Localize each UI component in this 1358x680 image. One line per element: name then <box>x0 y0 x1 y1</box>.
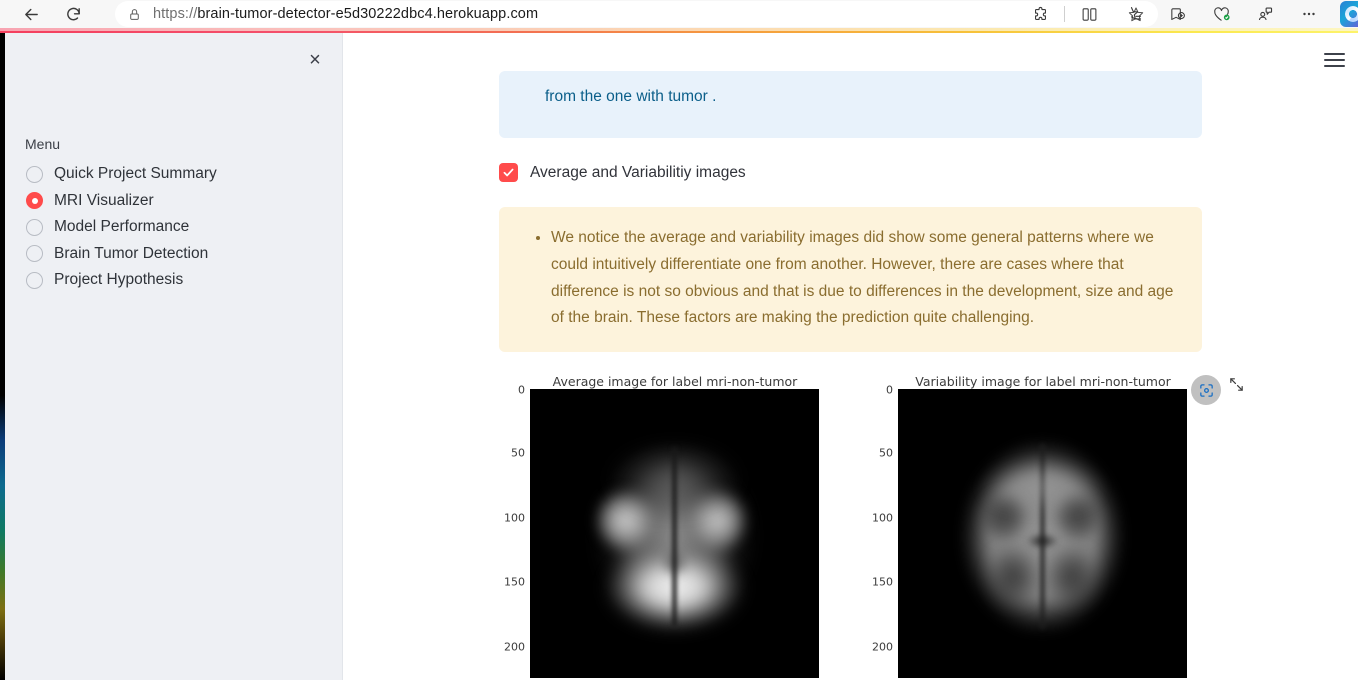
sidebar-item-model-performance[interactable]: Model Performance <box>26 218 326 236</box>
sidebar-close-icon[interactable]: × <box>302 47 328 73</box>
figure-title: Variability image for label mri-non-tumo… <box>915 374 1171 389</box>
sidebar-item-label: Model Performance <box>54 218 190 235</box>
warning-bullet-item: We notice the average and variability im… <box>551 225 1176 332</box>
browser-toolbar-icons <box>1018 0 1358 28</box>
y-tick-label: 150 <box>504 575 525 589</box>
info-callout: from the one with tumor . <box>499 71 1202 139</box>
sidebar-item-brain-tumor-detection[interactable]: Brain Tumor Detection <box>26 245 326 263</box>
figure-title: Average image for label mri-non-tumor <box>552 374 798 389</box>
figure-average-image: Average image for label mri-non-tumor 0 … <box>499 369 851 680</box>
address-bar[interactable]: https://brain-tumor-detector-e5d30222dbc… <box>115 1 1158 27</box>
favorites-list-icon[interactable] <box>1111 0 1155 28</box>
radio-icon <box>26 245 43 262</box>
brain-mri-average-render <box>530 389 819 678</box>
y-tick-label: 50 <box>879 446 893 460</box>
content-column: from the one with tumor . Average and Va… <box>499 33 1202 352</box>
average-variability-checkbox-row[interactable]: Average and Variabilitiy images <box>499 163 1202 183</box>
sidebar-item-label: Quick Project Summary <box>54 165 217 182</box>
sidebar-menu-title: Menu <box>25 136 61 152</box>
app-page: × Menu Quick Project Summary MRI Visuali… <box>0 33 1358 680</box>
sidebar-item-mri-visualizer[interactable]: MRI Visualizer <box>26 192 326 210</box>
reload-icon[interactable] <box>58 0 88 28</box>
sidebar-item-project-hypothesis[interactable]: Project Hypothesis <box>26 271 326 289</box>
sidebar-item-label: Brain Tumor Detection <box>54 244 209 262</box>
radio-icon <box>26 271 43 289</box>
sidebar-item-label: MRI Visualizer <box>54 191 154 209</box>
url-host: brain-tumor-detector-e5d30222dbc4.heroku… <box>197 6 539 22</box>
more-options-icon[interactable] <box>1287 0 1331 28</box>
sidebar-item-label: Project Hypothesis <box>54 271 184 288</box>
camera-snapshot-icon[interactable] <box>1191 375 1221 405</box>
figure-variability-image: Variability image for label mri-non-tumo… <box>867 369 1221 680</box>
y-tick-label: 100 <box>504 511 525 525</box>
expand-fullscreen-icon[interactable] <box>1228 376 1246 394</box>
browser-essentials-icon[interactable] <box>1199 0 1243 28</box>
figure-toolbar <box>1191 375 1221 405</box>
y-tick-label: 0 <box>518 383 525 397</box>
average-image-plot <box>530 389 819 678</box>
radio-icon <box>26 165 43 183</box>
theme-gradient-strip-highlight <box>0 28 1358 31</box>
brain-mri-variability-render <box>898 389 1187 678</box>
y-axis-ticks: 0 50 100 150 200 <box>499 384 525 678</box>
url-scheme: https:// <box>153 6 198 22</box>
y-tick-label: 150 <box>872 575 893 589</box>
toolbar-divider <box>1064 6 1065 22</box>
extensions-puzzle-icon[interactable] <box>1018 0 1062 28</box>
variability-image-plot <box>898 389 1187 678</box>
collections-add-icon[interactable] <box>1155 0 1199 28</box>
sidebar-item-quick-project-summary[interactable]: Quick Project Summary <box>26 165 326 183</box>
warning-bullet-list: We notice the average and variability im… <box>525 225 1176 332</box>
address-bar-url: https://brain-tumor-detector-e5d30222dbc… <box>145 6 1122 22</box>
back-arrow-icon[interactable] <box>16 0 46 28</box>
y-tick-label: 200 <box>504 640 525 654</box>
radio-icon <box>26 218 43 236</box>
radio-selected-icon <box>26 192 43 209</box>
warning-callout: We notice the average and variability im… <box>499 207 1202 352</box>
info-callout-text: from the one with tumor . <box>545 88 717 105</box>
checkbox-label: Average and Variabilitiy images <box>530 163 746 181</box>
copilot-icon[interactable] <box>1331 0 1358 28</box>
main-content: from the one with tumor . Average and Va… <box>344 33 1358 680</box>
hamburger-menu-icon[interactable] <box>1320 47 1348 73</box>
browser-toolbar: https://brain-tumor-detector-e5d30222dbc… <box>0 0 1358 28</box>
y-tick-label: 0 <box>886 383 893 397</box>
checkbox-checked-icon[interactable] <box>499 163 518 183</box>
sidebar: × Menu Quick Project Summary MRI Visuali… <box>5 33 343 680</box>
y-tick-label: 100 <box>872 511 893 525</box>
y-tick-label: 200 <box>872 640 893 654</box>
profile-share-icon[interactable] <box>1243 0 1287 28</box>
y-tick-label: 50 <box>511 446 525 460</box>
figure-row: Average image for label mri-non-tumor 0 … <box>499 369 1234 680</box>
y-axis-ticks: 0 50 100 150 200 <box>867 384 893 678</box>
lock-icon <box>123 8 145 21</box>
split-screen-icon[interactable] <box>1067 0 1111 28</box>
sidebar-radio-group: Quick Project Summary MRI Visualizer Mod… <box>26 165 326 289</box>
